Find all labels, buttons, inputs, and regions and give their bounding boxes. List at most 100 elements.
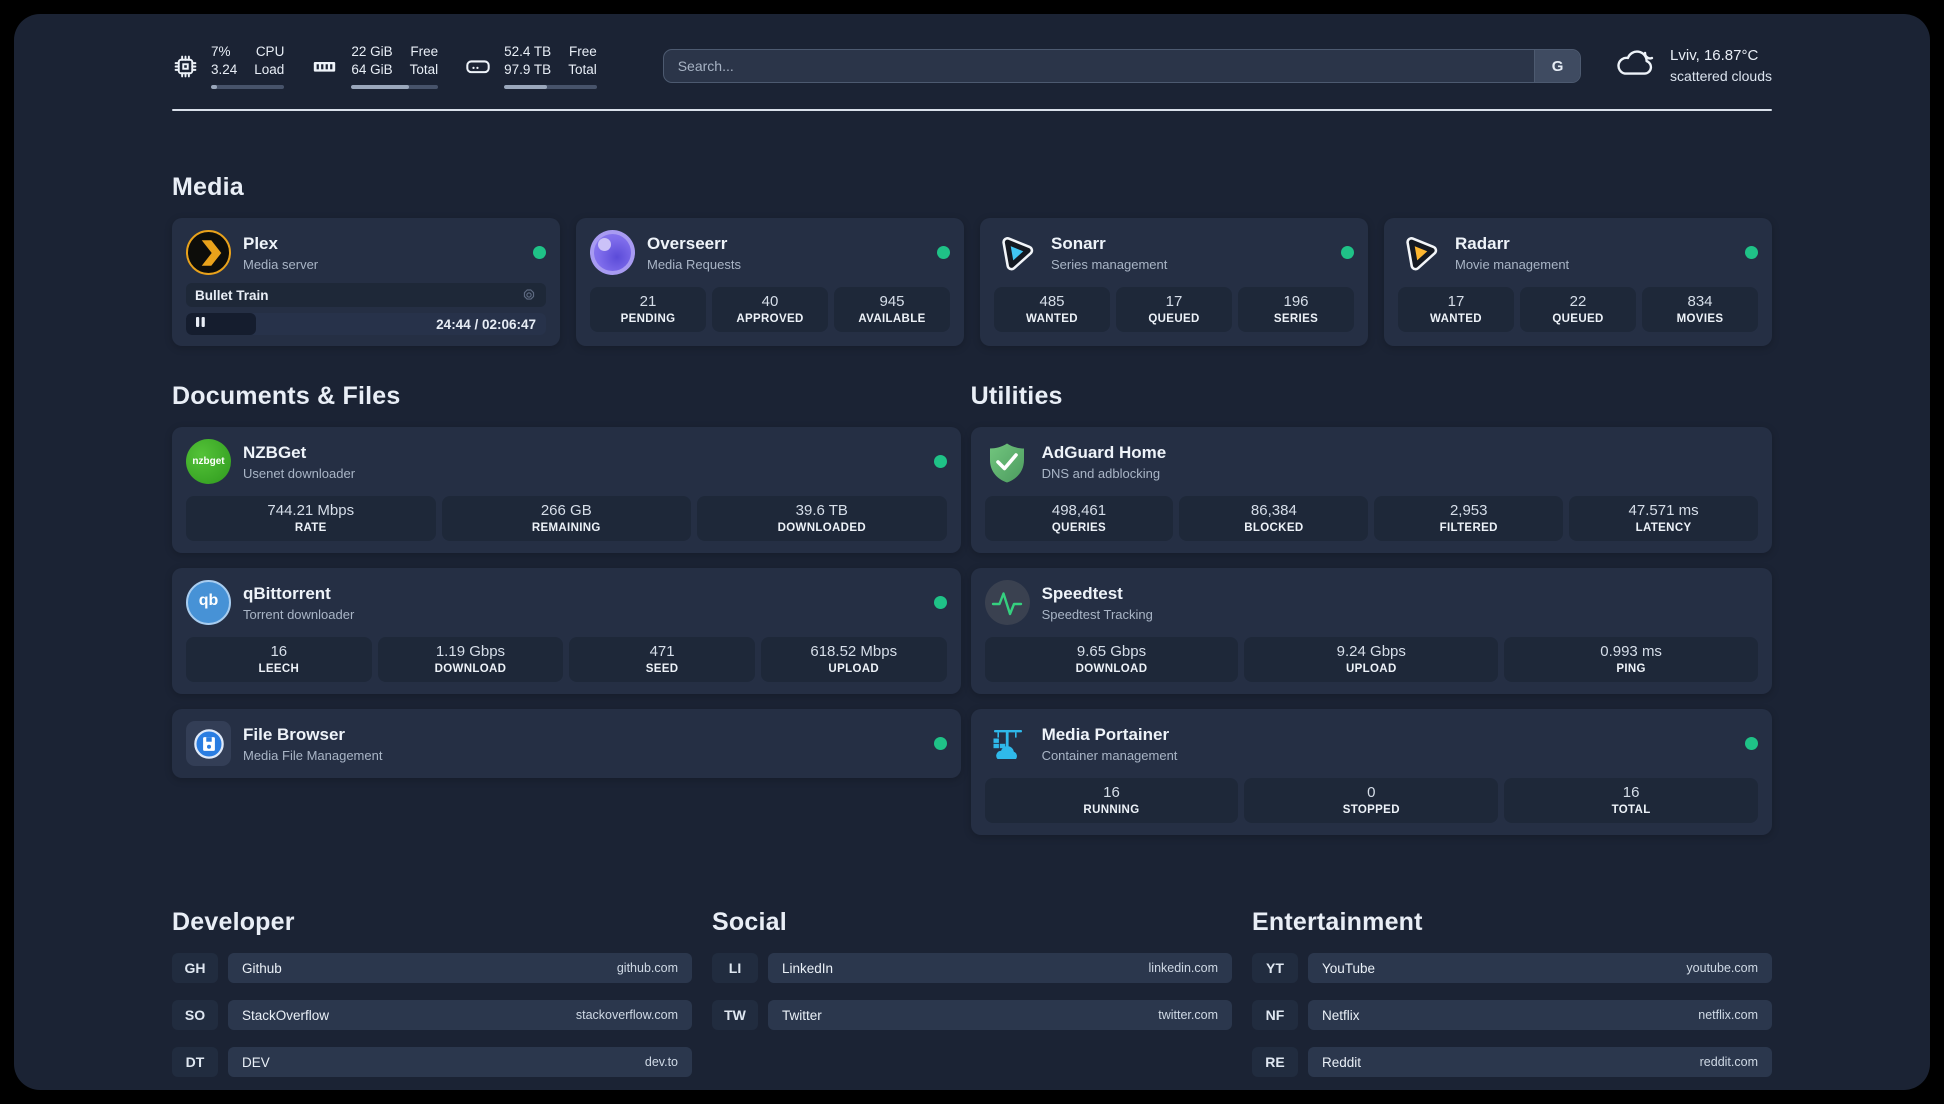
section-social: Social LI LinkedIn linkedin.com TW Twitt… [712, 908, 1232, 1090]
search-input[interactable] [662, 49, 1582, 83]
weather-location-temp: Lviv, 16.87°C [1670, 47, 1759, 65]
header-divider [172, 109, 1772, 111]
stat-value: 9.24 Gbps [1336, 643, 1406, 660]
stat-label: QUERIES [1051, 522, 1107, 534]
card-filebrowser[interactable]: File Browser Media File Management [172, 709, 961, 778]
adguard-icon [985, 439, 1030, 484]
card-overseerr[interactable]: Overseerr Media Requests 21 PENDING 40 A… [576, 218, 964, 346]
now-playing-title: Bullet Train [195, 287, 269, 303]
stat-value: 39.6 TB [795, 502, 848, 519]
overseerr-icon [590, 230, 635, 275]
card-adguard[interactable]: AdGuard Home DNS and adblocking 498,461 … [970, 427, 1772, 553]
stat-tile: 618.52 Mbps UPLOAD [760, 637, 947, 682]
bookmark-name: Github [242, 960, 282, 976]
bookmark-linkedin[interactable]: LI LinkedIn linkedin.com [712, 953, 1232, 983]
stat-label: WANTED [1026, 313, 1078, 325]
card-plex[interactable]: Plex Media server Bullet Train 24:44 / 0… [172, 218, 560, 346]
stat-label: DOWNLOADED [777, 522, 866, 534]
stat-tile: 9.65 Gbps DOWNLOAD [984, 637, 1239, 682]
disk-free-label: Free [568, 43, 597, 59]
stat-tile: 17 QUEUED [1116, 287, 1232, 332]
cpu-icon [172, 53, 199, 80]
bookmark-name: Twitter [782, 1007, 822, 1023]
stat-value: 196 [1283, 293, 1309, 310]
section-utilities: Utilities AdGuard Home DNS and adblockin… [970, 382, 1772, 850]
pause-icon [195, 315, 206, 333]
service-description: Torrent downloader [243, 606, 355, 622]
stat-label: BLOCKED [1244, 522, 1304, 534]
stat-value: 86,384 [1250, 502, 1297, 519]
service-description: DNS and adblocking [1041, 465, 1161, 481]
stat-tile: 40 APPROVED [712, 287, 828, 332]
disk-progress-fill [504, 84, 547, 90]
status-dot [1745, 246, 1758, 259]
stat-tile: 39.6 TB DOWNLOADED [697, 496, 947, 541]
bookmark-stackoverflow[interactable]: SO StackOverflow stackoverflow.com [172, 1000, 692, 1030]
service-description: Container management [1041, 747, 1178, 763]
ram-free-value: 22 GiB [351, 43, 393, 59]
plex-icon [186, 230, 231, 275]
bookmark-netflix[interactable]: NF Netflix netflix.com [1252, 1000, 1772, 1030]
stat-label: AVAILABLE [858, 313, 926, 325]
stat-label: FILTERED [1439, 522, 1498, 534]
stat-value: 40 [761, 293, 779, 310]
stat-value: 0 [1367, 784, 1376, 801]
section-developer: Developer GH Github github.com SO StackO… [172, 908, 692, 1090]
bookmark-name: LinkedIn [782, 960, 834, 976]
filebrowser-icon [186, 721, 231, 766]
card-speedtest[interactable]: Speedtest Speedtest Tracking 9.65 Gbps D… [970, 568, 1772, 694]
ram-total-value: 64 GiB [351, 61, 393, 77]
section-media: Media Plex Media server Bullet Train 24:… [172, 173, 1772, 346]
gear-icon[interactable] [521, 287, 537, 303]
bookmark-abbr: NF [1252, 1000, 1298, 1030]
stat-tile: 22 QUEUED [1520, 287, 1636, 332]
bookmark-youtube[interactable]: YT YouTube youtube.com [1252, 953, 1772, 983]
service-name: Radarr [1455, 233, 1510, 253]
bookmark-name: StackOverflow [242, 1007, 330, 1023]
status-dot [937, 246, 950, 259]
now-playing-row: Bullet Train [186, 283, 546, 307]
stat-value: 945 [879, 293, 905, 310]
card-qbittorrent[interactable]: qb qBittorrent Torrent downloader 16 LEE… [172, 568, 961, 694]
stat-tile: 471 SEED [569, 637, 755, 682]
bookmark-url: linkedin.com [1148, 961, 1218, 975]
stat-value: 21 [639, 293, 657, 310]
disk-total-value: 97.9 TB [504, 61, 552, 77]
ram-progress-fill [351, 84, 409, 90]
stat-tile: 16 LEECH [186, 637, 372, 682]
stat-value: 498,461 [1051, 502, 1107, 519]
card-sonarr[interactable]: Sonarr Series management 485 WANTED 17 Q… [980, 218, 1368, 346]
stat-tile: 21 PENDING [590, 287, 706, 332]
search-engine-button[interactable]: G [1534, 50, 1581, 82]
service-name: AdGuard Home [1041, 442, 1167, 462]
stat-tile: 9.24 Gbps UPLOAD [1244, 637, 1499, 682]
top-bar: 7% 3.24 CPU Load 22 GiB 64 GiB Free Tota… [172, 43, 1772, 90]
nzbget-icon-text: nzbget [192, 456, 225, 467]
bookmark-abbr: LI [712, 953, 758, 983]
service-name: Plex [243, 233, 278, 253]
card-radarr[interactable]: Radarr Movie management 17 WANTED 22 QUE… [1384, 218, 1772, 346]
stat-tile: 16 TOTAL [1504, 778, 1758, 823]
bookmark-dev[interactable]: DT DEV dev.to [172, 1047, 692, 1077]
service-description: Speedtest Tracking [1041, 606, 1153, 622]
card-portainer[interactable]: Media Portainer Container management 16 … [970, 709, 1772, 835]
stat-label: QUEUED [1148, 313, 1200, 325]
stat-label: SERIES [1273, 313, 1319, 325]
bookmark-abbr: SO [172, 1000, 218, 1030]
bookmark-name: Netflix [1322, 1007, 1360, 1023]
stat-tile: 196 SERIES [1238, 287, 1354, 332]
card-nzbget[interactable]: nzbget NZBGet Usenet downloader 744.21 M… [172, 427, 961, 553]
disk-stat-group: 52.4 TB 97.9 TB Free Total [464, 43, 597, 90]
stat-label: QUEUED [1552, 313, 1604, 325]
stat-tile: 266 GB REMAINING [441, 496, 692, 541]
bookmark-github[interactable]: GH Github github.com [172, 953, 692, 983]
stat-value: 2,953 [1449, 502, 1488, 519]
bookmark-twitter[interactable]: TW Twitter twitter.com [712, 1000, 1232, 1030]
qbittorrent-icon: qb [186, 580, 231, 625]
service-description: Media File Management [243, 747, 383, 763]
bookmark-reddit[interactable]: RE Reddit reddit.com [1252, 1047, 1772, 1077]
status-dot [533, 246, 546, 259]
cpu-progress-bar [211, 84, 285, 90]
cpu-usage-label: CPU [255, 43, 285, 59]
stat-value: 266 GB [540, 502, 592, 519]
